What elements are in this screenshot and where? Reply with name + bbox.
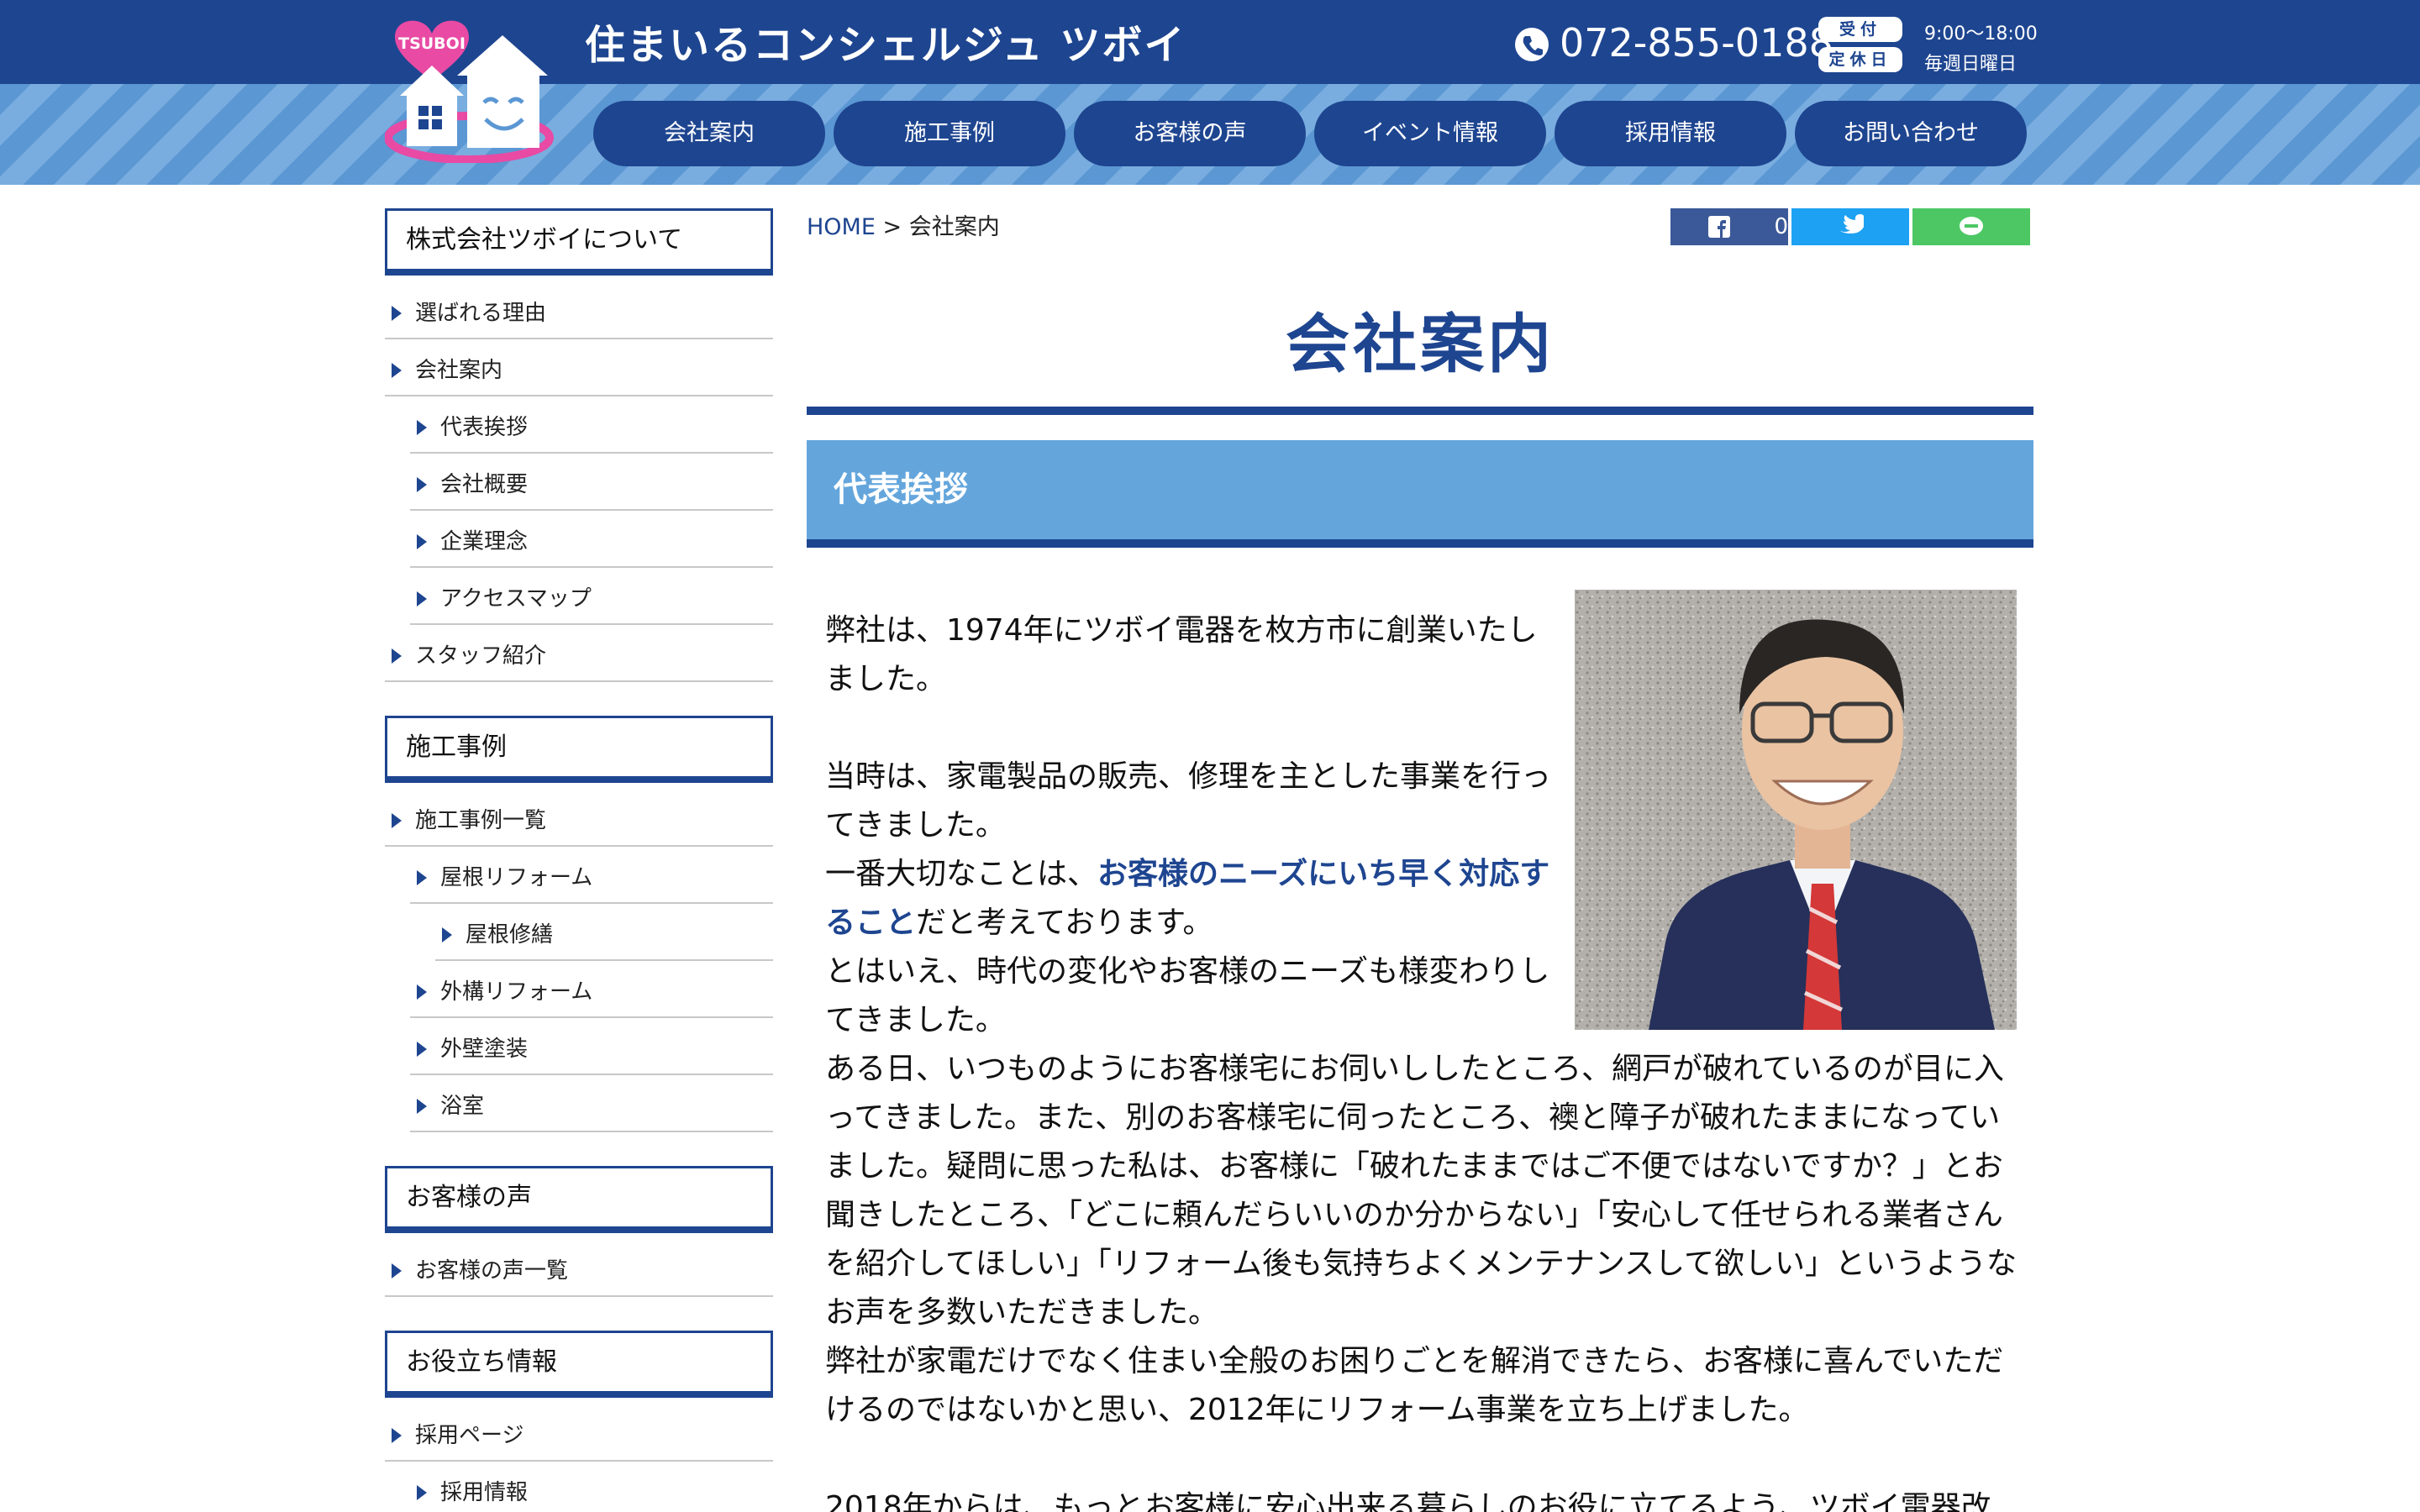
- twitter-share-button[interactable]: [1791, 208, 1909, 245]
- facebook-share-button[interactable]: 0: [1670, 208, 1788, 245]
- sidebar-item-roof-reform[interactable]: 屋根リフォーム: [410, 853, 773, 904]
- triangle-right-icon: [392, 1263, 402, 1278]
- facebook-share-count: 0: [1774, 214, 1788, 239]
- site-title[interactable]: 住まいるコンシェルジュ ツボイ: [585, 12, 1186, 71]
- business-hours: 9:00〜18:00: [1924, 24, 2038, 45]
- article-paragraph: 一番大切なことは、お客様のニーズにいち早く対応することだと考えております。: [825, 857, 1550, 940]
- sidebar-item-reasons[interactable]: 選ばれる理由: [385, 289, 773, 339]
- triangle-right-icon: [417, 1042, 427, 1057]
- nav-company[interactable]: 会社案内: [593, 101, 825, 166]
- phone-number[interactable]: 072-855-0188: [1560, 20, 1833, 66]
- breadcrumb-home-link[interactable]: HOME: [807, 214, 876, 240]
- sidebar-heading-works[interactable]: 施工事例: [385, 716, 773, 783]
- triangle-right-icon: [392, 813, 402, 828]
- holiday-text: 毎週日曜日: [1924, 54, 2018, 75]
- article-paragraph: とはいえ、時代の変化やお客様のニーズも様変わりしてきました。: [825, 954, 1550, 1037]
- phone-icon: [1515, 28, 1549, 61]
- article-paragraph: 当時は、家電製品の販売、修理を主とした事業を行ってきました。: [825, 759, 1552, 843]
- triangle-right-icon: [417, 1485, 427, 1500]
- facebook-icon: [1707, 216, 1730, 238]
- line-icon: [1960, 217, 1983, 235]
- nav-contact[interactable]: お問い合わせ: [1795, 101, 2027, 166]
- reception-badge: 受付: [1818, 17, 1902, 42]
- section-heading-greeting: 代表挨拶: [807, 440, 2033, 548]
- sidebar-item-roof-repair[interactable]: 屋根修繕: [435, 911, 773, 961]
- sidebar-item-recruit-page[interactable]: 採用ページ: [385, 1411, 773, 1462]
- article-paragraph: 2018年からは、もっとお客様に安心出来る暮らしのお役に立てるよう、ツボイ電器改: [825, 1490, 1991, 1512]
- nav-works[interactable]: 施工事例: [834, 101, 1065, 166]
- triangle-right-icon: [417, 870, 427, 885]
- triangle-right-icon: [417, 477, 427, 492]
- nav-voices[interactable]: お客様の声: [1074, 101, 1306, 166]
- sidebar-heading-voices[interactable]: お客様の声: [385, 1166, 773, 1233]
- sidebar-item-bathroom[interactable]: 浴室: [410, 1082, 773, 1132]
- triangle-right-icon: [442, 927, 452, 942]
- breadcrumb-current: 会社案内: [908, 214, 1000, 240]
- triangle-right-icon: [417, 420, 427, 435]
- sidebar-item-wall-painting[interactable]: 外壁塗装: [410, 1025, 773, 1075]
- tsuboi-house-logo-icon[interactable]: TSUBOI: [385, 12, 558, 163]
- triangle-right-icon: [392, 648, 402, 664]
- twitter-bird-icon: [1839, 214, 1864, 234]
- nav-recruit[interactable]: 採用情報: [1555, 101, 1786, 166]
- article-paragraph: ある日、いつものようにお客様宅にお伺いししたところ、網戸が破れているのが目に入っ…: [825, 1052, 2018, 1330]
- triangle-right-icon: [417, 1099, 427, 1114]
- sidebar-item-works-list[interactable]: 施工事例一覧: [385, 796, 773, 847]
- greeting-article: 弊社は、1974年にツボイ電器を枚方市に創業いたしました。 当時は、家電製品の販…: [825, 606, 2018, 1512]
- sidebar-item-overview[interactable]: 会社概要: [410, 460, 773, 511]
- sidebar-item-philosophy[interactable]: 企業理念: [410, 517, 773, 568]
- sidebar-heading-tips[interactable]: お役立ち情報: [385, 1331, 773, 1398]
- triangle-right-icon: [392, 1428, 402, 1443]
- breadcrumb-separator: >: [882, 214, 902, 240]
- title-divider: [807, 407, 2033, 415]
- sidebar-item-exterior-reform[interactable]: 外構リフォーム: [410, 968, 773, 1018]
- article-paragraph: 弊社は、1974年にツボイ電器を枚方市に創業いたしました。: [825, 613, 1538, 696]
- triangle-right-icon: [392, 363, 402, 378]
- nav-events[interactable]: イベント情報: [1314, 101, 1546, 166]
- svg-text:TSUBOI: TSUBOI: [398, 34, 466, 53]
- triangle-right-icon: [417, 591, 427, 606]
- page-title: 会社案内: [1286, 307, 1555, 381]
- breadcrumb: HOME > 会社案内: [807, 208, 1000, 241]
- sidebar-item-company[interactable]: 会社案内: [385, 346, 773, 396]
- sidebar-heading-about[interactable]: 株式会社ツボイについて: [385, 208, 773, 276]
- triangle-right-icon: [392, 306, 402, 321]
- sidebar-item-staff[interactable]: スタッフ紹介: [385, 632, 773, 682]
- triangle-right-icon: [417, 534, 427, 549]
- sidebar-item-access[interactable]: アクセスマップ: [410, 575, 773, 625]
- header-bar: [0, 0, 2420, 84]
- triangle-right-icon: [417, 984, 427, 1000]
- sidebar-item-greeting[interactable]: 代表挨拶: [410, 403, 773, 454]
- sidebar-item-voices-list[interactable]: お客様の声一覧: [385, 1247, 773, 1297]
- article-paragraph: 弊社が家電だけでなく住まい全般のお困りごとを解消できたら、お客様に喜んでいただけ…: [825, 1344, 2004, 1427]
- sidebar-item-recruit-info[interactable]: 採用情報: [410, 1468, 773, 1512]
- line-share-button[interactable]: [1912, 208, 2030, 245]
- closed-day-badge: 定休日: [1818, 47, 1902, 72]
